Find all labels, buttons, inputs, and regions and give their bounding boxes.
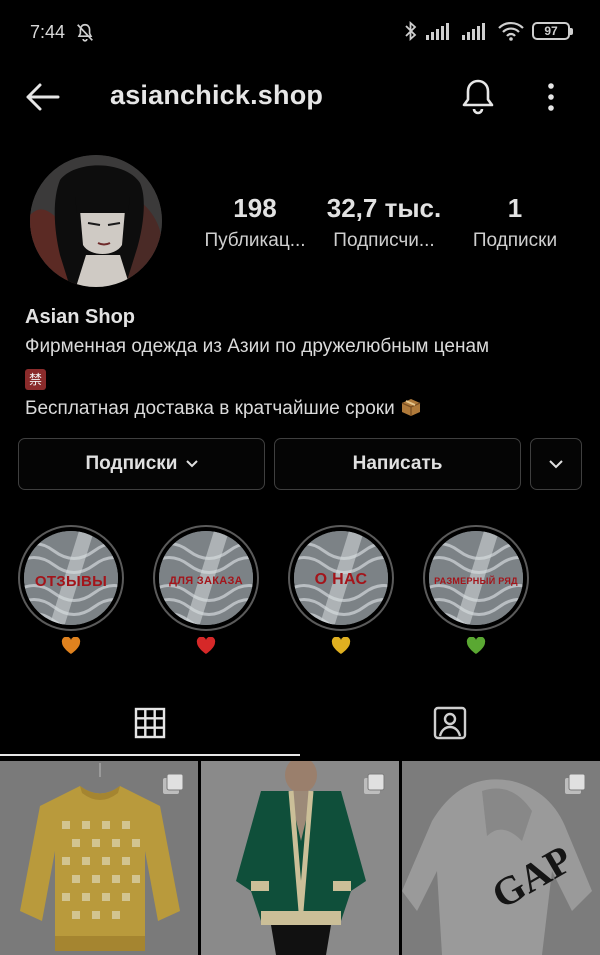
posts-label: Публикац...: [204, 230, 306, 251]
chevron-down-icon: [549, 459, 563, 468]
signal-icon: [426, 23, 449, 40]
highlight-heart: [288, 637, 394, 655]
message-button[interactable]: Написать: [274, 438, 521, 490]
bell-icon[interactable]: [460, 76, 496, 116]
status-bar: 7:44 97: [0, 0, 600, 66]
highlight-item[interactable]: РАЗМЕРНЫЙ РЯД: [423, 525, 529, 655]
back-arrow-icon[interactable]: [22, 80, 62, 114]
highlight-item[interactable]: ДЛЯ ЗАКАЗА: [153, 525, 259, 655]
followers-label: Подписчи...: [333, 230, 435, 251]
status-time: 7:44: [30, 22, 66, 42]
suggestions-button[interactable]: [530, 438, 582, 490]
highlight-heart: [18, 637, 124, 655]
highlight-ring: РАЗМЕРНЫЙ РЯД: [423, 525, 529, 631]
following-button[interactable]: Подписки: [18, 438, 265, 490]
stat-posts[interactable]: 198 Публикац...: [196, 193, 314, 252]
profile-top-bar: asianchick.shop: [0, 66, 600, 130]
avatar[interactable]: [30, 155, 162, 287]
bio-delivery-text: Бесплатная доставка в кратчайшие сроки: [25, 398, 395, 419]
highlight-heart: [153, 637, 259, 655]
highlight-title: РАЗМЕРНЫЙ РЯД: [434, 576, 518, 586]
highlight-heart: [423, 637, 529, 655]
heart-icon: [61, 637, 81, 654]
bio-line: Бесплатная доставка в кратчайшие сроки: [25, 397, 585, 420]
highlight-title: ОТЗЫВЫ: [34, 573, 108, 590]
highlight-cover: ОТЗЫВЫ: [24, 531, 118, 625]
bio-line: 禁: [25, 365, 585, 390]
package-icon: [401, 399, 421, 416]
message-button-label: Написать: [352, 453, 443, 474]
multiple-posts-icon: [163, 773, 184, 794]
post-thumbnail[interactable]: GAP: [402, 761, 600, 955]
active-tab-indicator: [0, 754, 300, 756]
post-thumbnail[interactable]: [0, 761, 198, 955]
chevron-down-icon: [185, 460, 198, 468]
signal-icon: [462, 23, 485, 40]
following-count: 1: [507, 193, 523, 223]
highlight-item[interactable]: ОТЗЫВЫ: [18, 525, 124, 655]
multiple-posts-icon: [364, 773, 385, 794]
posts-count: 198: [233, 193, 277, 223]
grid-icon: [134, 707, 166, 739]
stat-followers[interactable]: 32,7 тыс. Подписчи...: [322, 193, 446, 252]
post-thumbnail[interactable]: [201, 761, 399, 955]
tab-posts-grid[interactable]: [0, 690, 300, 756]
avatar-illustration: [30, 155, 162, 287]
wifi-icon: [498, 21, 524, 41]
highlight-cover: РАЗМЕРНЫЙ РЯД: [429, 531, 523, 625]
multiple-posts-icon: [565, 773, 586, 794]
profile-bio: Asian Shop Фирменная одежда из Азии по д…: [25, 306, 585, 420]
profile-username: asianchick.shop: [110, 80, 324, 110]
heart-icon: [196, 637, 216, 654]
bio-line: Фирменная одежда из Азии по дружелюбным …: [25, 336, 490, 357]
highlight-title: О НАС: [314, 571, 368, 588]
battery-indicator: 97: [532, 22, 573, 40]
notifications-muted-icon: [77, 23, 93, 42]
prohibited-emoji: 禁: [25, 369, 46, 390]
highlight-cover: ДЛЯ ЗАКАЗА: [159, 531, 253, 625]
following-label: Подписки: [472, 230, 558, 251]
stat-following[interactable]: 1 Подписки: [462, 193, 568, 252]
highlight-ring: ОТЗЫВЫ: [18, 525, 124, 631]
bio-name: Asian Shop: [25, 306, 136, 328]
following-button-label: Подписки: [85, 453, 178, 474]
highlight-ring: О НАС: [288, 525, 394, 631]
highlight-title: ДЛЯ ЗАКАЗА: [169, 575, 243, 587]
heart-icon: [466, 637, 486, 654]
heart-icon: [331, 637, 351, 654]
highlight-item[interactable]: О НАС: [288, 525, 394, 655]
followers-count: 32,7 тыс.: [326, 193, 442, 223]
highlight-ring: ДЛЯ ЗАКАЗА: [153, 525, 259, 631]
more-vertical-icon[interactable]: [536, 80, 566, 116]
tab-tagged[interactable]: [300, 690, 600, 756]
tagged-icon: [433, 706, 467, 740]
highlight-cover: О НАС: [294, 531, 388, 625]
bluetooth-icon: [405, 20, 417, 42]
